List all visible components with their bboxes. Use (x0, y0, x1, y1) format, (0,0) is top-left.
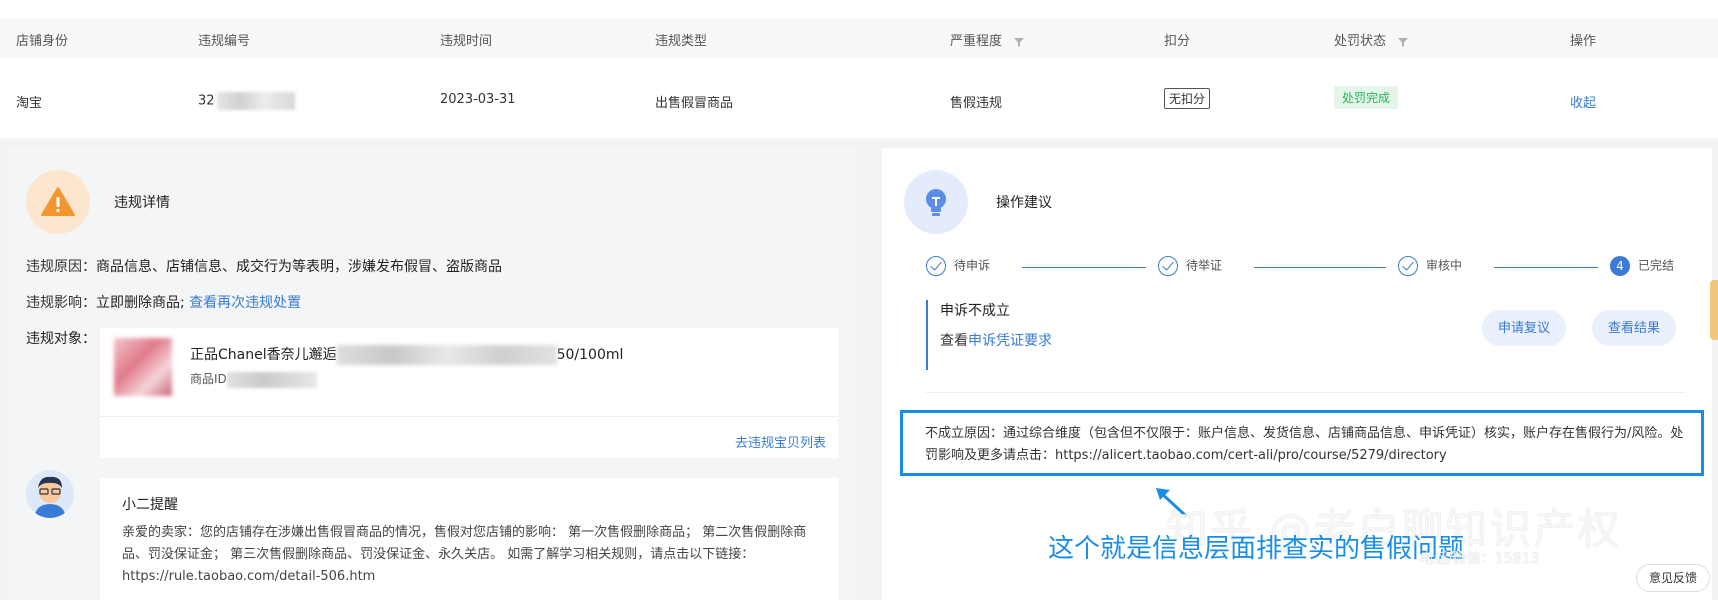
assistant-avatar (26, 470, 74, 518)
violation-object-label: 违规对象： (26, 331, 96, 347)
violation-impact: 违规影响：立即删除商品; 查看再次违规处置 (26, 292, 301, 312)
th-action: 操作 (1570, 34, 1597, 49)
redacted-product-id (226, 371, 317, 388)
product-id: 商品ID (190, 370, 317, 388)
step-connector (1254, 267, 1386, 268)
deduction-tag: 无扣分 (1164, 88, 1211, 109)
reminder-body: 亲爱的卖家：您的店铺存在涉嫌出售假冒商品的情况，售假对您店铺的影响： 第一次售假… (122, 525, 807, 584)
step-label: 审核中 (1426, 258, 1463, 273)
cell-violation-type: 出售假冒商品 (655, 96, 734, 111)
table-row: 淘宝 32 2023-03-31 出售假冒商品 售假违规 无扣分 处罚完成 收起 (0, 80, 1718, 120)
step-label: 待申诉 (954, 258, 991, 273)
collapse-link[interactable]: 收起 (1570, 92, 1596, 111)
view-repeat-penalty-link[interactable]: 查看再次违规处置 (189, 295, 301, 311)
appeal-result: 申诉不成立 查看申诉凭证要求 申请复议 查看结果 (926, 300, 1686, 370)
view-result-button[interactable]: 查看结果 (1592, 310, 1677, 346)
result-title: 申诉不成立 (940, 303, 1010, 319)
violation-id-prefix: 32 (198, 93, 215, 109)
divider (100, 416, 838, 417)
th-violation-id: 违规编号 (198, 34, 251, 49)
th-violation-time: 违规时间 (440, 34, 493, 49)
redacted-id (216, 92, 295, 110)
cell-deduction: 无扣分 (1164, 88, 1211, 109)
product-id-label: 商品ID (190, 372, 227, 386)
evidence-requirements-link[interactable]: 申诉凭证要求 (968, 333, 1052, 349)
lightbulb-icon (904, 170, 968, 234)
step-connector (1494, 267, 1598, 268)
cell-penalty-status: 处罚完成 (1334, 86, 1399, 109)
rejection-reason-text: 不成立原因：通过综合维度（包含但不仅限于：账户信息、发货信息、店铺商品信息、申诉… (925, 426, 1684, 463)
check-circle-icon (1158, 256, 1178, 276)
th-deduction: 扣分 (1164, 34, 1191, 49)
side-edge-tab[interactable] (1710, 280, 1718, 340)
violation-table: 店铺身份 违规编号 违规时间 违规类型 严重程度 扣分 处罚状态 操作 淘宝 3… (0, 0, 1718, 138)
step-label: 待举证 (1186, 258, 1223, 273)
reminder-card: 小二提醒 亲爱的卖家：您的店铺存在涉嫌出售假冒商品的情况，售假对您店铺的影响： … (100, 478, 838, 600)
rejection-reason-box: 不成立原因：通过综合维度（包含但不仅限于：账户信息、发货信息、店铺商品信息、申诉… (900, 410, 1704, 476)
warning-icon (26, 170, 90, 234)
apply-review-button[interactable]: 申请复议 (1482, 310, 1567, 346)
cell-violation-time: 2023-03-31 (440, 92, 516, 107)
product-image[interactable] (114, 338, 172, 396)
appeal-progress-steps: 待申诉 待举证 审核中 4 已完结 (926, 248, 1686, 288)
impact-value: 立即删除商品; (96, 295, 185, 311)
product-name-end: 50/100ml (556, 347, 624, 363)
th-violation-type: 违规类型 (655, 34, 708, 49)
advice-title: 操作建议 (996, 195, 1052, 211)
reason-value: 商品信息、店铺信息、成交行为等表明，涉嫌发布假冒、盗版商品 (96, 259, 502, 275)
step-label: 已完结 (1638, 258, 1675, 273)
table-header: 店铺身份 违规编号 违规时间 违规类型 严重程度 扣分 处罚状态 操作 (0, 18, 1718, 58)
step-pending-evidence: 待举证 (1158, 256, 1222, 276)
step-reviewing: 审核中 (1398, 256, 1462, 276)
step-pending-appeal: 待申诉 (926, 256, 990, 276)
reason-label: 违规原因： (26, 259, 96, 275)
filter-icon[interactable] (1398, 37, 1409, 47)
step-number: 4 (1610, 256, 1630, 276)
details-title: 违规详情 (114, 195, 170, 211)
result-prefix: 查看 (940, 333, 968, 349)
check-circle-icon (1398, 256, 1418, 276)
reminder-title: 小二提醒 (122, 497, 178, 513)
check-circle-icon (926, 256, 946, 276)
product-name-start: 正品Chanel香奈儿邂逅 (190, 347, 337, 363)
product-card: 正品Chanel香奈儿邂逅 50/100ml 商品ID 去违规宝贝列表 (100, 328, 838, 458)
cell-severity: 售假违规 (950, 96, 1003, 111)
step-completed: 4 已完结 (1610, 256, 1674, 276)
cell-violation-id: 32 (198, 92, 295, 110)
step-connector (1022, 267, 1146, 268)
violation-details-panel: 违规详情 违规原因：商品信息、店铺信息、成交行为等表明，涉嫌发布假冒、盗版商品 … (8, 148, 858, 600)
filter-icon[interactable] (1014, 37, 1025, 47)
product-name[interactable]: 正品Chanel香奈儿邂逅 50/100ml (190, 344, 623, 365)
violation-reason: 违规原因：商品信息、店铺信息、成交行为等表明，涉嫌发布假冒、盗版商品 (26, 256, 502, 276)
impact-label: 违规影响： (26, 295, 96, 311)
status-badge: 处罚完成 (1334, 86, 1399, 109)
feedback-button[interactable]: 意见反馈 (1636, 564, 1710, 592)
result-sub: 查看申诉凭证要求 (940, 330, 1052, 350)
th-penalty-status-label: 处罚状态 (1334, 34, 1387, 49)
violation-items-list-link[interactable]: 去违规宝贝列表 (735, 432, 826, 451)
th-severity-label: 严重程度 (950, 34, 1003, 49)
divider (926, 392, 1686, 393)
th-shop-identity: 店铺身份 (16, 34, 69, 49)
watermark-contact: 电话/微信：15813 (1420, 551, 1540, 567)
annotation-text: 这个就是信息层面排查实的售假问题 (1048, 534, 1465, 564)
redacted-name (336, 345, 557, 365)
cell-shop-identity: 淘宝 (16, 96, 43, 111)
th-penalty-status[interactable]: 处罚状态 (1334, 30, 1409, 49)
th-severity[interactable]: 严重程度 (950, 30, 1025, 49)
